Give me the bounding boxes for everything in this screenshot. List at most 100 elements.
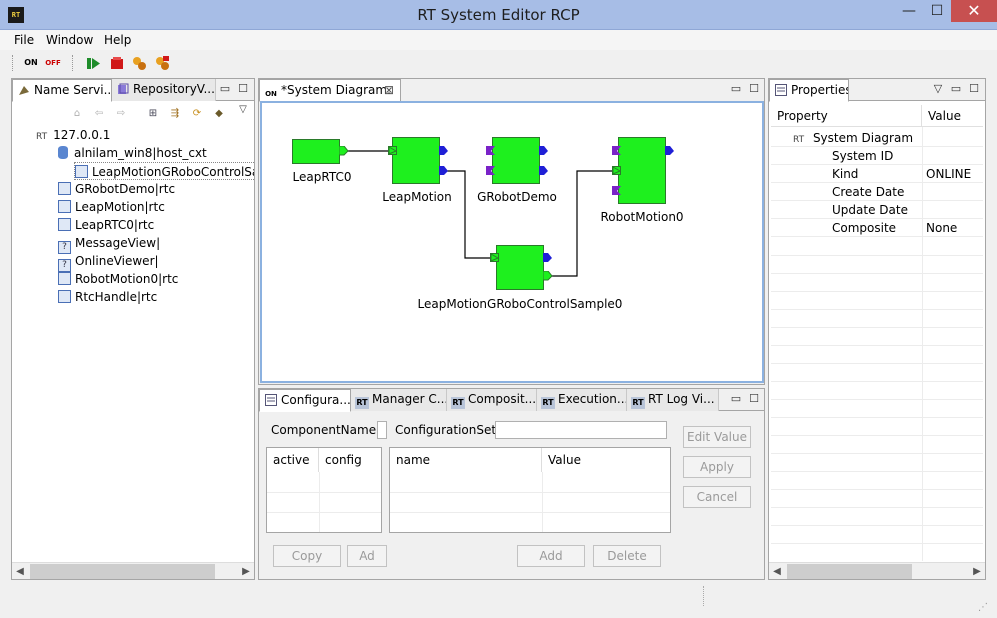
scroll-thumb[interactable] <box>30 564 215 579</box>
outport-icon[interactable] <box>439 166 449 176</box>
minimize-panel-icon[interactable]: ▭ <box>729 392 743 406</box>
component-leapmotion[interactable] <box>392 137 440 184</box>
component-grobotdemo[interactable] <box>492 137 540 184</box>
component-leaprtc0[interactable] <box>292 139 340 164</box>
tree-node-root[interactable]: RT 127.0.0.1 <box>36 126 110 144</box>
outport-icon[interactable] <box>543 253 553 263</box>
tab-system-diagram[interactable]: ON *System Diagram. ⊠ <box>259 79 401 102</box>
tab-composite[interactable]: RT Composit... <box>447 389 537 411</box>
maximize-button[interactable]: ☐ <box>923 0 951 22</box>
forward-icon[interactable]: ⇨ <box>112 106 130 122</box>
property-row[interactable]: Update Date <box>771 201 983 219</box>
wire[interactable] <box>442 170 491 259</box>
inport-icon[interactable] <box>612 166 622 176</box>
maximize-panel-icon[interactable]: ☐ <box>236 82 250 96</box>
maximize-panel-icon[interactable]: ☐ <box>747 82 761 96</box>
edit-value-button[interactable]: Edit Value <box>683 426 751 448</box>
component-robotmotion0[interactable] <box>618 137 666 204</box>
menu-help[interactable]: Help <box>104 30 131 50</box>
menu-file[interactable]: File <box>14 30 34 50</box>
outport-icon[interactable] <box>339 146 349 156</box>
exit-icon[interactable] <box>153 55 171 71</box>
tree-node[interactable]: GRobotDemo|rtc <box>58 180 175 198</box>
property-row-root[interactable]: RT System Diagram <box>771 129 983 147</box>
maximize-panel-icon[interactable]: ☐ <box>967 82 981 96</box>
tab-configuration[interactable]: Configura... <box>259 389 351 412</box>
scroll-right-arrow[interactable]: ▶ <box>969 563 985 580</box>
delete-button[interactable]: Delete <box>593 545 661 567</box>
inport-icon[interactable] <box>612 146 622 156</box>
scroll-left-arrow[interactable]: ◀ <box>12 563 28 580</box>
copy-button[interactable]: Copy <box>273 545 341 567</box>
property-row[interactable]: Create Date <box>771 183 983 201</box>
filter-icon[interactable]: ⇶ <box>166 106 184 122</box>
clear-zombies-icon[interactable]: ◆ <box>210 106 228 122</box>
add-name-server-icon[interactable]: ⊞ <box>144 106 162 122</box>
col-active[interactable]: active <box>267 448 319 472</box>
name-service-hscrollbar[interactable]: ◀ ▶ <box>12 562 254 579</box>
outport-icon[interactable] <box>539 146 549 156</box>
add-config-set-button[interactable]: Ad <box>347 545 387 567</box>
resize-grip-icon[interactable]: ⋰ <box>978 602 990 614</box>
minimize-button[interactable]: — <box>895 0 923 22</box>
outport-icon[interactable] <box>665 146 675 156</box>
col-property[interactable]: Property <box>771 105 922 127</box>
cancel-button[interactable]: Cancel <box>683 486 751 508</box>
inport-icon[interactable] <box>486 166 496 176</box>
configuration-params-table[interactable]: name Value <box>389 447 671 533</box>
minimize-panel-icon[interactable]: ▭ <box>218 82 232 96</box>
activate-icon[interactable] <box>84 55 102 71</box>
add-param-button[interactable]: Add <box>517 545 585 567</box>
scroll-left-arrow[interactable]: ◀ <box>769 563 785 580</box>
component-name-field[interactable] <box>377 421 387 439</box>
tree-node[interactable]: ? MessageView| <box>58 234 160 254</box>
col-value[interactable]: Value <box>542 448 670 472</box>
scroll-right-arrow[interactable]: ▶ <box>238 563 254 580</box>
refresh-icon[interactable]: ⟳ <box>188 106 206 122</box>
outport-icon[interactable] <box>543 271 553 281</box>
tab-name-service[interactable]: Name Servi... <box>12 79 112 102</box>
tree-node-selected[interactable]: LeapMotionGRoboControlSan <box>74 162 254 180</box>
diagram-canvas[interactable]: LeapRTC0 LeapMotion GRobotDemo RobotMoti… <box>260 101 764 383</box>
configuration-set-field[interactable] <box>495 421 667 439</box>
property-row[interactable]: Kind ONLINE <box>771 165 983 183</box>
back-icon[interactable]: ⇦ <box>90 106 108 122</box>
inport-icon[interactable] <box>388 146 398 156</box>
minimize-panel-icon[interactable]: ▭ <box>729 82 743 96</box>
tab-properties[interactable]: Properties <box>769 79 849 102</box>
off-icon[interactable]: OFF <box>44 55 62 71</box>
scroll-thumb[interactable] <box>787 564 912 579</box>
apply-button[interactable]: Apply <box>683 456 751 478</box>
inport-icon[interactable] <box>490 253 500 263</box>
close-tab-icon[interactable]: ⊠ <box>384 80 394 101</box>
tree-node[interactable]: RtcHandle|rtc <box>58 288 157 306</box>
property-row[interactable]: Composite None <box>771 219 983 237</box>
component-leapmotion-grobo-control-sample0[interactable] <box>496 245 544 290</box>
outport-icon[interactable] <box>439 146 449 156</box>
view-menu-icon[interactable]: ▽ <box>234 102 252 118</box>
tab-rt-log-view[interactable]: RT RT Log Vi... <box>627 389 719 411</box>
tree-node-host[interactable]: alnilam_win8|host_cxt <box>58 144 207 162</box>
close-button[interactable]: ✕ <box>951 0 997 22</box>
property-row[interactable]: System ID <box>771 147 983 165</box>
view-menu-icon[interactable]: ▽ <box>931 82 945 96</box>
outport-icon[interactable] <box>539 166 549 176</box>
on-icon[interactable]: ON <box>22 55 40 71</box>
tab-manager-control[interactable]: RT Manager C... <box>351 389 447 411</box>
col-config[interactable]: config <box>319 448 381 472</box>
col-name[interactable]: name <box>390 448 542 472</box>
tree-node[interactable]: LeapRTC0|rtc <box>58 216 154 234</box>
maximize-panel-icon[interactable]: ☐ <box>747 392 761 406</box>
inport-icon[interactable] <box>612 186 622 196</box>
home-icon[interactable]: ⌂ <box>68 106 86 122</box>
tree-node[interactable]: ? OnlineViewer| <box>58 252 159 272</box>
tree-node[interactable]: LeapMotion|rtc <box>58 198 165 216</box>
minimize-panel-icon[interactable]: ▭ <box>949 82 963 96</box>
tree-node[interactable]: RobotMotion0|rtc <box>58 270 178 288</box>
configuration-set-table[interactable]: active config <box>266 447 382 533</box>
tab-repository-view[interactable]: RepositoryV... <box>112 79 216 101</box>
menu-window[interactable]: Window <box>46 30 93 50</box>
tab-execution-context[interactable]: RT Execution... <box>537 389 627 411</box>
deactivate-icon[interactable] <box>108 55 126 71</box>
reset-icon[interactable] <box>130 55 148 71</box>
